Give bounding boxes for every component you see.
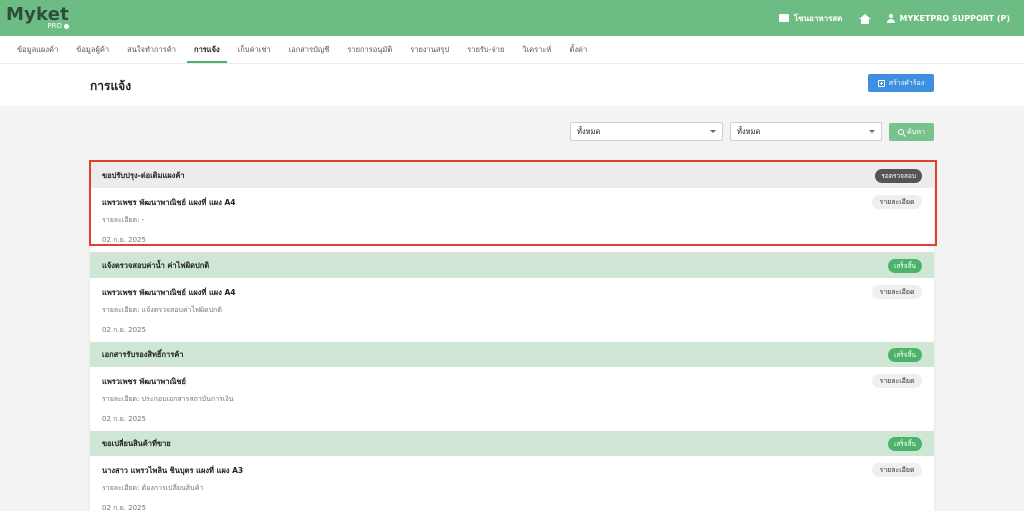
tab-stalls[interactable]: ข้อมูลแผงค้า <box>8 36 67 63</box>
filter-select-1[interactable]: ทั้งหมด <box>570 122 723 141</box>
chevron-down-icon <box>869 130 875 133</box>
tab-approvals[interactable]: รายการอนุมัติ <box>338 36 401 63</box>
card-row-title: แพรวเพชร พัฒนาพาณิชย์ แผงที่ แผง A4 <box>102 198 236 207</box>
card-header: ขอปรับปรุง-ต่อเติมแผงค้า รอตรวจสอบ <box>90 163 934 188</box>
tab-income-expense[interactable]: รายรับ-จ่าย <box>458 36 513 63</box>
search-label: ค้นหา <box>906 127 925 136</box>
card-row-title: แพรวเพชร พัฒนาพาณิชย์ <box>102 377 186 386</box>
card-row-detail: รายละเอียด: ประกอบเอกสารสถาบันการเงิน <box>102 395 234 403</box>
main-nav: ข้อมูลแผงค้า ข้อมูลผู้ค้า สนใจทำการค้า ก… <box>0 36 1024 64</box>
status-badge: รอตรวจสอบ <box>875 168 922 183</box>
tab-vendors[interactable]: ข้อมูลผู้ค้า <box>67 36 118 63</box>
store-label: โซนอาหารสด <box>793 13 843 23</box>
tab-reports[interactable]: รายงานสรุป <box>401 36 458 63</box>
store-selector[interactable]: โซนอาหารสด <box>778 12 843 25</box>
card-body: แพรวเพชร พัฒนาพาณิชย์ แผงที่ แผง A4 รายล… <box>90 278 934 342</box>
card-header: แจ้งตรวจสอบค่าน้ำ ค่าไฟผิดปกติ เสร็จสิ้น <box>90 253 934 278</box>
details-button[interactable]: รายละเอียด <box>872 374 922 388</box>
app-frame: Myket PRO โซนอาหารสด MYKETPRO SUPPORT (P… <box>0 0 1024 511</box>
card-body: แพรวเพชร พัฒนาพาณิชย์ แผงที่ แผง A4 รายล… <box>90 188 934 252</box>
card-row-date: 02 ก.ย. 2025 <box>102 415 146 423</box>
store-icon <box>778 14 789 22</box>
user-icon <box>886 13 895 23</box>
card-title: ขอปรับปรุง-ต่อเติมแผงค้า <box>102 170 185 180</box>
request-card: ขอเปลี่ยนสินค้าที่ขาย เสร็จสิ้น นางสาว แ… <box>90 431 934 511</box>
tab-settings[interactable]: ตั้งค่า <box>560 36 596 63</box>
card-body: นางสาว แพรวไพลิน ชินบุตร แผงที่ แผง A3 ร… <box>90 456 934 511</box>
card-title: เอกสารรับรองสิทธิ์การค้า <box>102 349 184 359</box>
card-title: แจ้งตรวจสอบค่าน้ำ ค่าไฟผิดปกติ <box>102 260 210 270</box>
card-header: ขอเปลี่ยนสินค้าที่ขาย เสร็จสิ้น <box>90 431 934 456</box>
details-button[interactable]: รายละเอียด <box>872 195 922 209</box>
card-row-detail: รายละเอียด: - <box>102 216 145 224</box>
brand-sub-label: PRO <box>47 22 62 30</box>
user-menu[interactable]: MYKETPRO SUPPORT (P) <box>886 13 1011 23</box>
tab-analytics[interactable]: วิเคราะห์ <box>513 36 560 63</box>
tab-rent[interactable]: เก็บค่าเช่า <box>229 36 280 63</box>
tab-accounting[interactable]: เอกสารบัญชี <box>280 36 339 63</box>
status-badge: เสร็จสิ้น <box>888 347 922 362</box>
tab-notifications[interactable]: การแจ้ง <box>185 36 229 63</box>
create-request-button[interactable]: สร้างคำร้อง <box>868 74 934 92</box>
create-request-label: สร้างคำร้อง <box>888 78 925 87</box>
card-row-date: 02 ก.ย. 2025 <box>102 236 146 244</box>
card-header: เอกสารรับรองสิทธิ์การค้า เสร็จสิ้น <box>90 342 934 367</box>
page-header: การแจ้ง สร้างคำร้อง <box>0 64 1024 106</box>
brand-dot-icon <box>63 24 69 29</box>
status-badge: เสร็จสิ้น <box>888 436 922 451</box>
home-button[interactable] <box>858 13 871 24</box>
filter-select-2-value: ทั้งหมด <box>737 126 761 136</box>
details-button[interactable]: รายละเอียด <box>872 463 922 477</box>
search-button[interactable]: ค้นหา <box>889 123 934 141</box>
tab-interested[interactable]: สนใจทำการค้า <box>118 36 185 63</box>
card-row-date: 02 ก.ย. 2025 <box>102 504 146 511</box>
card-body: แพรวเพชร พัฒนาพาณิชย์ รายละเอียด: ประกอบ… <box>90 367 934 431</box>
user-label: MYKETPRO SUPPORT (P) <box>899 13 1011 23</box>
top-bar: Myket PRO โซนอาหารสด MYKETPRO SUPPORT (P… <box>0 0 1024 36</box>
card-row-date: 02 ก.ย. 2025 <box>102 326 146 334</box>
request-card: แจ้งตรวจสอบค่าน้ำ ค่าไฟผิดปกติ เสร็จสิ้น… <box>90 253 934 342</box>
home-icon <box>858 13 871 24</box>
brand-logo[interactable]: Myket PRO <box>6 6 69 30</box>
top-right-menu: โซนอาหารสด MYKETPRO SUPPORT (P) <box>778 12 1011 25</box>
card-title: ขอเปลี่ยนสินค้าที่ขาย <box>102 438 171 448</box>
filter-select-2[interactable]: ทั้งหมด <box>730 122 882 141</box>
app-window: Myket PRO โซนอาหารสด MYKETPRO SUPPORT (P… <box>0 0 1024 511</box>
card-row-title: นางสาว แพรวไพลิน ชินบุตร แผงที่ แผง A3 <box>102 466 244 475</box>
chevron-down-icon <box>710 130 716 133</box>
request-card: ขอปรับปรุง-ต่อเติมแผงค้า รอตรวจสอบ แพรวเ… <box>90 163 934 252</box>
card-row-detail: รายละเอียด: ต้องการเปลี่ยนสินค้า <box>102 484 204 492</box>
search-icon <box>897 129 904 135</box>
card-row-title: แพรวเพชร พัฒนาพาณิชย์ แผงที่ แผง A4 <box>102 288 236 297</box>
filter-select-1-value: ทั้งหมด <box>577 126 601 136</box>
request-card: เอกสารรับรองสิทธิ์การค้า เสร็จสิ้น แพรวเ… <box>90 342 934 431</box>
status-badge: เสร็จสิ้น <box>888 258 922 273</box>
details-button[interactable]: รายละเอียด <box>872 285 922 299</box>
brand-sub: PRO <box>47 23 69 30</box>
add-icon <box>877 79 885 87</box>
card-row-detail: รายละเอียด: แจ้งตรวจสอบค่าไฟผิดปกติ <box>102 306 222 314</box>
page-title: การแจ้ง <box>90 79 132 93</box>
